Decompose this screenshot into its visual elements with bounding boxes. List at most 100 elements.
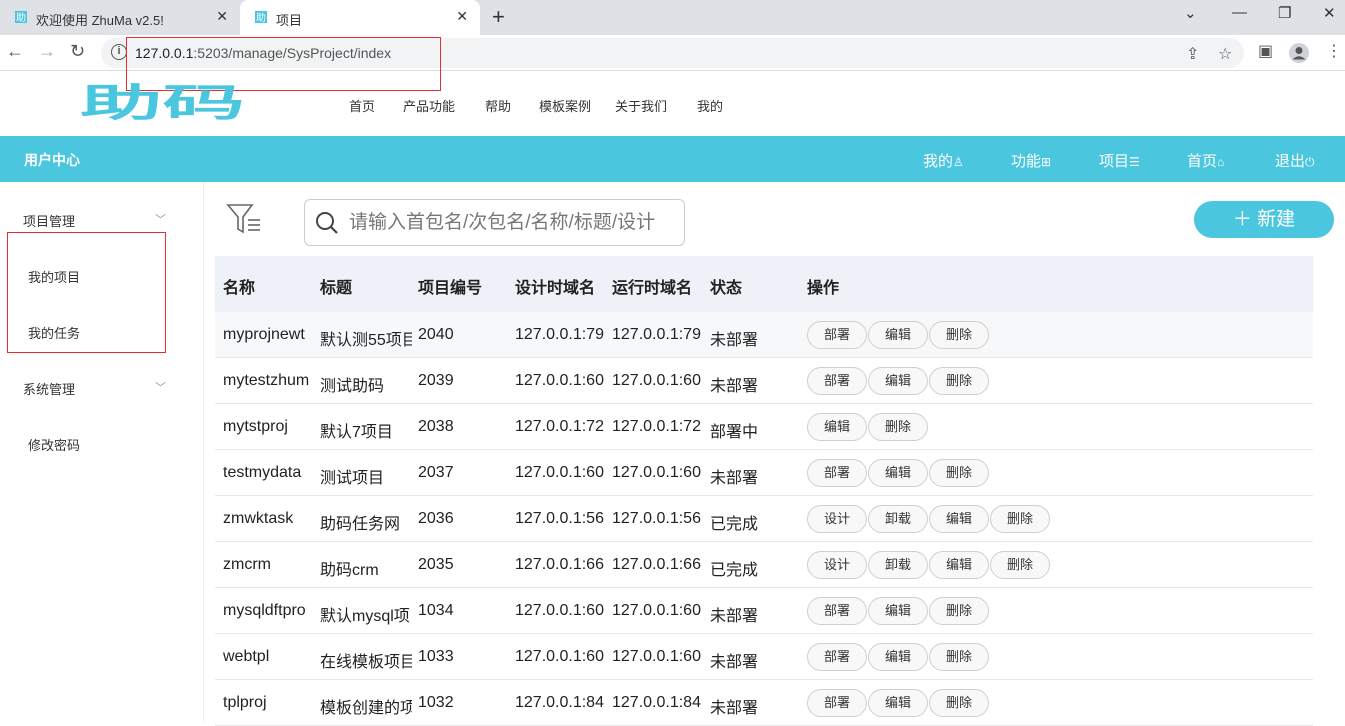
action-button[interactable]: 删除 (868, 413, 929, 441)
close-tab-icon[interactable]: ✕ (216, 8, 228, 25)
bar-item-logout[interactable]: 退出⏻ (1275, 150, 1315, 171)
cell-run: 127.0.0.1:60 (612, 602, 701, 619)
reload-icon[interactable]: ↻ (70, 41, 85, 62)
close-tab-icon[interactable]: ✕ (456, 8, 468, 25)
cell-design: 127.0.0.1:66 (515, 556, 604, 573)
cell-run: 127.0.0.1:56 (612, 510, 701, 527)
search-input[interactable] (349, 208, 674, 238)
action-button[interactable]: 删除 (929, 367, 990, 395)
cell-design: 127.0.0.1:79 (515, 326, 604, 343)
cell-name: mytestzhum (223, 372, 310, 389)
action-button[interactable]: 删除 (929, 689, 990, 717)
site-info-icon[interactable]: i (111, 44, 127, 60)
new-tab-icon[interactable]: + (492, 4, 505, 30)
action-button[interactable]: 部署 (807, 597, 868, 625)
action-button[interactable]: 编辑 (929, 505, 990, 533)
filter-icon[interactable] (226, 202, 262, 236)
bar-item-projects[interactable]: 项目☰ (1099, 150, 1140, 171)
user-icon: ♙ (953, 155, 964, 169)
cell-design: 127.0.0.1:56 (515, 510, 604, 527)
column-header: 状态 (710, 280, 743, 297)
nav-help[interactable]: 帮助 (485, 96, 511, 115)
action-button[interactable]: 编辑 (868, 597, 929, 625)
action-button[interactable]: 卸载 (868, 505, 929, 533)
action-button[interactable]: 卸载 (868, 551, 929, 579)
action-button[interactable]: 部署 (807, 643, 868, 671)
table-row: mytstproj 默认7项目 2038 127.0.0.1:72 127.0.0.1:… (215, 404, 1313, 450)
cell-design: 127.0.0.1:60 (515, 464, 604, 481)
cell-name: tplproj (223, 694, 267, 711)
action-button[interactable]: 删除 (929, 643, 990, 671)
cell-design: 127.0.0.1:84 (515, 694, 604, 711)
action-button[interactable]: 编辑 (868, 689, 929, 717)
search-box (304, 199, 685, 246)
bar-item-home[interactable]: 首页⌂ (1187, 150, 1224, 171)
cell-status: 部署中 (710, 424, 759, 441)
action-button[interactable]: 删除 (929, 321, 990, 349)
new-project-button[interactable]: ＋ 新建 (1194, 201, 1334, 238)
bar-item-mine[interactable]: 我的♙ (923, 150, 964, 171)
bar-item-features[interactable]: 功能⊞ (1011, 150, 1051, 171)
action-button[interactable]: 删除 (990, 551, 1051, 579)
browser-tab-project[interactable]: 助 项目 ✕ (240, 0, 480, 35)
column-header: 项目编号 (418, 280, 483, 297)
table-row: tplproj 模板创建的项目 1032 127.0.0.1:84 127.0.0.1:… (215, 680, 1313, 726)
action-button[interactable]: 编辑 (868, 643, 929, 671)
sidebar-group-project[interactable]: 项目管理 (23, 211, 75, 230)
action-button[interactable]: 删除 (990, 505, 1051, 533)
sidebar-group-system[interactable]: 系统管理 (23, 379, 75, 398)
row-actions: 部署 编辑 删除 (807, 643, 990, 671)
action-button[interactable]: 编辑 (868, 367, 929, 395)
nav-templates[interactable]: 模板案例 (539, 96, 591, 115)
share-icon[interactable]: ⇪ (1186, 44, 1199, 64)
row-actions: 部署 编辑 删除 (807, 597, 990, 625)
highlight-box-sidebar (7, 232, 166, 353)
action-button[interactable]: 删除 (929, 459, 990, 487)
action-button[interactable]: 编辑 (868, 321, 929, 349)
nav-features[interactable]: 产品功能 (403, 96, 455, 115)
search-icon[interactable] (315, 211, 339, 235)
browser-tab-welcome[interactable]: 助 欢迎使用 ZhuMa v2.5! ✕ (0, 0, 240, 35)
action-button[interactable]: 删除 (929, 597, 990, 625)
back-icon[interactable]: ← (6, 41, 24, 62)
action-button[interactable]: 编辑 (929, 551, 990, 579)
cell-design: 127.0.0.1:60 (515, 372, 604, 389)
action-button[interactable]: 编辑 (807, 413, 868, 441)
action-button[interactable]: 设计 (807, 551, 868, 579)
cell-title: 模板创建的项目 (320, 700, 412, 717)
action-button[interactable]: 部署 (807, 367, 868, 395)
cell-name: webtpl (223, 648, 270, 665)
cell-status: 已完成 (710, 516, 759, 533)
action-button[interactable]: 部署 (807, 321, 868, 349)
chevron-down-icon[interactable]: ﹀ (155, 211, 166, 227)
row-actions: 部署 编辑 删除 (807, 689, 990, 717)
browser-menu-icon[interactable]: ⋮ (1326, 41, 1342, 61)
zhuma-logo[interactable]: 助码 (80, 82, 245, 122)
action-button[interactable]: 设计 (807, 505, 868, 533)
nav-mine[interactable]: 我的 (697, 96, 723, 115)
nav-about[interactable]: 关于我们 (615, 96, 667, 115)
tab-search-chevron-icon[interactable]: ⌄ (1184, 4, 1197, 22)
grid-icon: ⊞ (1041, 155, 1052, 169)
cell-title: 测试助码 (320, 378, 385, 395)
window-close-icon[interactable]: ✕ (1323, 4, 1336, 22)
restore-icon[interactable]: ❐ (1278, 4, 1291, 22)
chevron-down-icon[interactable]: ﹀ (155, 379, 166, 395)
action-button[interactable]: 部署 (807, 689, 868, 717)
tab-title: 欢迎使用 ZhuMa v2.5! (36, 13, 164, 28)
cell-title: 在线模板项目 (320, 654, 412, 671)
action-button[interactable]: 编辑 (868, 459, 929, 487)
cell-no: 1032 (418, 694, 454, 711)
row-actions: 设计 卸载 编辑 删除 (807, 505, 1051, 533)
bookmark-star-icon[interactable]: ☆ (1218, 44, 1232, 64)
sidebar-item-change-password[interactable]: 修改密码 (28, 435, 80, 454)
nav-home[interactable]: 首页 (349, 96, 375, 115)
cell-status: 未部署 (710, 378, 759, 395)
cell-run: 127.0.0.1:60 (612, 464, 701, 481)
profile-avatar-icon[interactable] (1288, 42, 1310, 64)
minimize-icon[interactable]: — (1232, 4, 1247, 21)
side-panel-icon[interactable]: ▣ (1258, 41, 1273, 61)
action-button[interactable]: 部署 (807, 459, 868, 487)
forward-icon[interactable]: → (38, 41, 56, 62)
cell-name: testmydata (223, 464, 302, 481)
